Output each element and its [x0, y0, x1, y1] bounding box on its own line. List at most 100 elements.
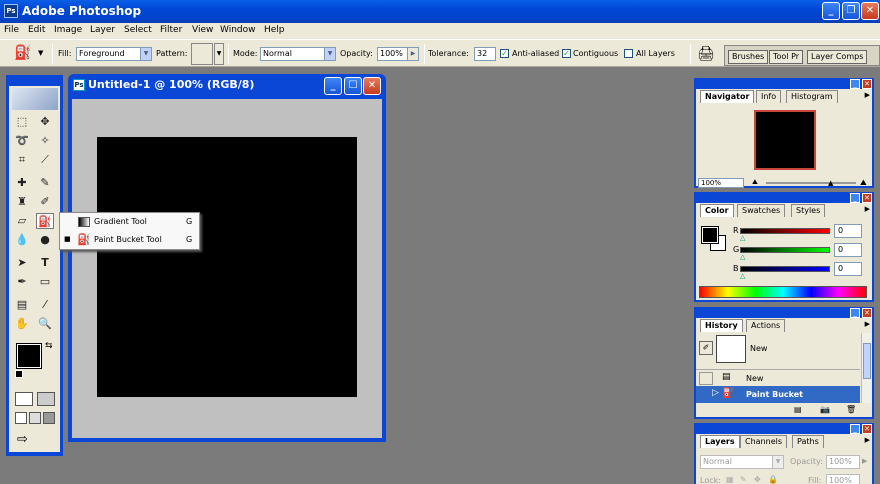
paint-bucket-tool-icon[interactable]: ⛽: [36, 213, 54, 229]
history-state-row[interactable]: ▤ New: [696, 369, 860, 386]
panel-titlebar[interactable]: [696, 194, 872, 203]
tab-layers[interactable]: Layers: [700, 435, 740, 448]
tab-histogram[interactable]: Histogram: [786, 90, 838, 103]
foreground-color-swatch[interactable]: [701, 226, 719, 244]
menu-layer[interactable]: Layer: [90, 25, 115, 35]
lock-all-icon[interactable]: 🔒: [768, 475, 778, 484]
tolerance-input[interactable]: 32: [474, 47, 496, 61]
path-selection-tool-icon[interactable]: ➤: [13, 255, 31, 271]
tab-channels[interactable]: Channels: [740, 435, 788, 448]
restore-icon[interactable]: ❐: [842, 2, 860, 20]
panel-titlebar[interactable]: [696, 425, 872, 434]
red-slider[interactable]: [740, 228, 830, 234]
minimize-icon[interactable]: _: [850, 193, 860, 203]
notes-tool-icon[interactable]: ▤: [13, 297, 31, 313]
eyedropper-tool-icon[interactable]: ⁄: [36, 297, 54, 313]
scrollbar-thumb[interactable]: [863, 343, 871, 379]
tab-navigator[interactable]: Navigator: [700, 90, 755, 103]
foreground-color-swatch[interactable]: [16, 343, 42, 369]
tab-actions[interactable]: Actions: [746, 319, 786, 332]
rectangle-tool-icon[interactable]: ▭: [36, 274, 54, 290]
menu-edit[interactable]: Edit: [28, 25, 45, 35]
navigator-thumbnail[interactable]: [754, 110, 816, 170]
slider-handle-icon[interactable]: △: [740, 253, 745, 261]
full-screen-mode-icon[interactable]: [43, 412, 55, 424]
history-state-slider-icon[interactable]: ▷: [712, 388, 719, 398]
history-brush-source-icon[interactable]: ✐: [699, 341, 713, 355]
history-brush-tool-icon[interactable]: ✐: [36, 194, 54, 210]
anti-aliased-checkbox[interactable]: ✓: [500, 49, 509, 58]
well-tab-tool-presets[interactable]: Tool Pr: [769, 50, 804, 64]
red-value-input[interactable]: 0: [834, 224, 862, 238]
close-icon[interactable]: ✕: [363, 77, 381, 95]
history-state-row-active[interactable]: ▷ ⛽ Paint Bucket: [696, 386, 860, 403]
menu-help[interactable]: Help: [264, 25, 285, 35]
dodge-tool-icon[interactable]: ●: [36, 232, 54, 248]
panel-menu-icon[interactable]: ▶: [865, 436, 870, 444]
marquee-tool-icon[interactable]: ⬚: [13, 114, 31, 130]
menu-view[interactable]: View: [192, 25, 213, 35]
eraser-tool-icon[interactable]: ▱: [13, 213, 31, 229]
quick-mask-mode-icon[interactable]: [37, 392, 55, 406]
blur-tool-icon[interactable]: 💧: [13, 232, 31, 248]
blend-mode-select[interactable]: Normal ▼: [700, 455, 784, 469]
panel-menu-icon[interactable]: ▶: [865, 320, 870, 328]
panel-menu-icon[interactable]: ▶: [865, 205, 870, 213]
file-browser-icon[interactable]: 🖨: [697, 46, 715, 62]
well-tab-brushes[interactable]: Brushes: [728, 50, 769, 64]
hand-tool-icon[interactable]: ✋: [13, 316, 31, 332]
zoom-slider[interactable]: [766, 182, 856, 184]
flyout-item-gradient[interactable]: Gradient Tool G: [60, 213, 199, 231]
tab-styles[interactable]: Styles: [791, 204, 826, 217]
clone-stamp-tool-icon[interactable]: ♜: [13, 194, 31, 210]
close-icon[interactable]: ✕: [862, 308, 872, 318]
move-tool-icon[interactable]: ✥: [36, 114, 54, 130]
pen-tool-icon[interactable]: ✒: [13, 274, 31, 290]
new-document-from-state-icon[interactable]: ▤: [794, 405, 802, 414]
preset-dropdown-icon[interactable]: ▼: [38, 49, 43, 57]
slider-arrow-icon[interactable]: ▶: [862, 457, 867, 465]
tab-info[interactable]: Info: [756, 90, 782, 103]
zoom-out-icon[interactable]: ⛰: [752, 178, 758, 187]
minimize-icon[interactable]: _: [850, 79, 860, 89]
green-slider[interactable]: [740, 247, 830, 253]
default-colors-icon[interactable]: [15, 370, 23, 378]
blue-value-input[interactable]: 0: [834, 262, 862, 276]
standard-mode-icon[interactable]: [15, 392, 33, 406]
adobe-online-feather-icon[interactable]: [12, 88, 58, 110]
panel-titlebar[interactable]: [696, 309, 872, 318]
opacity-input[interactable]: 100% ▶: [377, 47, 419, 61]
paint-bucket-preset-icon[interactable]: ⛽: [14, 45, 31, 61]
minimize-icon[interactable]: _: [850, 308, 860, 318]
minimize-icon[interactable]: _: [850, 424, 860, 434]
flyout-item-paint-bucket[interactable]: ■ ⛽ Paint Bucket Tool G: [60, 231, 199, 249]
history-brush-source-box[interactable]: [699, 372, 713, 385]
slider-handle-icon[interactable]: △: [740, 272, 745, 280]
zoom-field[interactable]: 100%: [698, 178, 744, 188]
magic-wand-tool-icon[interactable]: ✧: [36, 133, 54, 149]
layer-opacity-input[interactable]: 100%: [826, 455, 860, 469]
well-tab-layer-comps[interactable]: Layer Comps: [807, 50, 868, 64]
full-screen-menu-mode-icon[interactable]: [29, 412, 41, 424]
zoom-slider-handle-icon[interactable]: ▲: [828, 179, 833, 187]
close-icon[interactable]: ✕: [862, 424, 872, 434]
document-canvas[interactable]: [97, 137, 357, 397]
slice-tool-icon[interactable]: ⟋: [36, 152, 54, 168]
close-icon[interactable]: ✕: [861, 2, 879, 20]
close-icon[interactable]: ✕: [862, 193, 872, 203]
jump-to-imageready-icon[interactable]: ⇨: [17, 432, 28, 447]
menu-image[interactable]: Image: [54, 25, 82, 35]
panel-menu-icon[interactable]: ▶: [865, 91, 870, 99]
menu-filter[interactable]: Filter: [160, 25, 182, 35]
new-snapshot-icon[interactable]: 📷: [820, 405, 830, 414]
mode-select[interactable]: Normal ▼: [260, 47, 336, 61]
contiguous-checkbox[interactable]: ✓: [562, 49, 571, 58]
menu-window[interactable]: Window: [220, 25, 256, 35]
color-ramp[interactable]: [699, 286, 867, 298]
layer-fill-input[interactable]: 100%: [826, 474, 860, 484]
zoom-in-icon[interactable]: ⛰: [860, 178, 867, 188]
tab-color[interactable]: Color: [700, 204, 734, 217]
maximize-icon[interactable]: ☐: [344, 77, 362, 95]
lock-transparent-icon[interactable]: ▦: [726, 475, 734, 484]
blue-slider[interactable]: [740, 266, 830, 272]
